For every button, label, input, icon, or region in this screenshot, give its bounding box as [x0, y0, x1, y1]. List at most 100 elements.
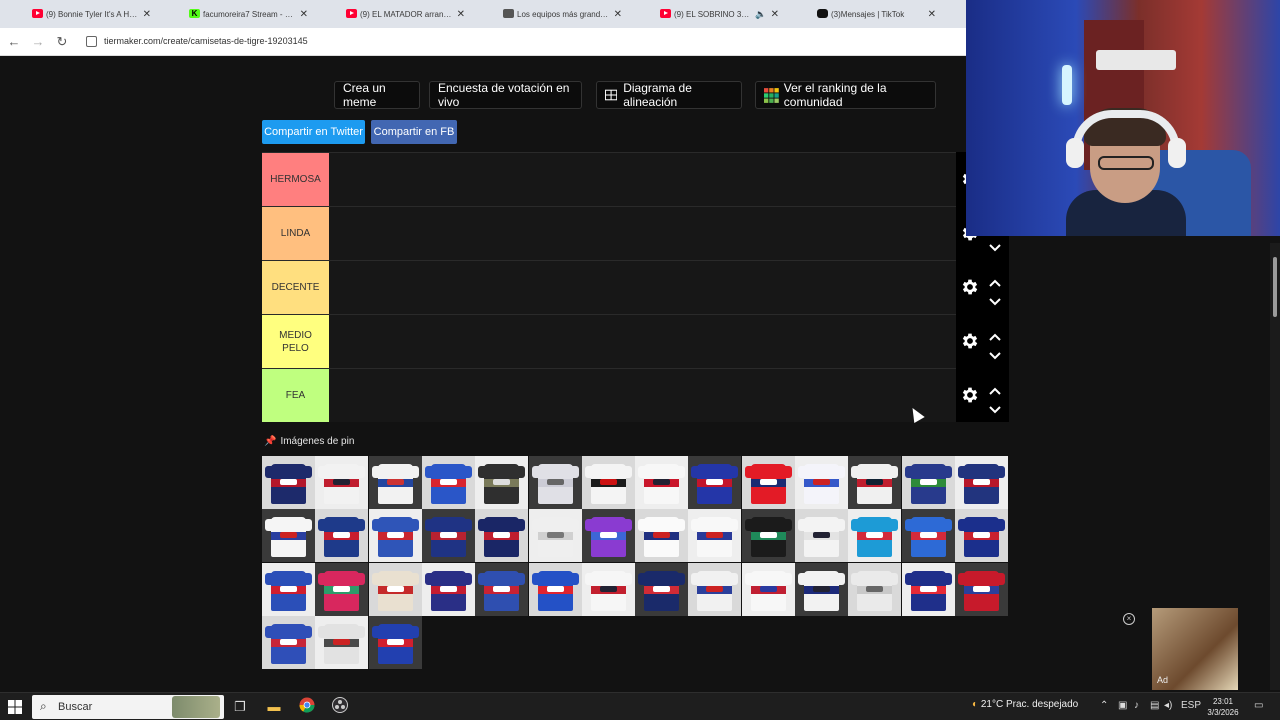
url-text[interactable]: tiermaker.com/create/camisetas-de-tigre-… — [104, 36, 308, 46]
browser-tab[interactable]: (9) EL MATADOR arrancó con d ✕ — [314, 0, 471, 28]
jersey-image[interactable] — [954, 456, 1008, 509]
jersey-image[interactable] — [315, 456, 369, 509]
task-view-icon[interactable]: ❐ — [230, 697, 250, 717]
tier-row[interactable]: FEA — [262, 368, 956, 422]
jersey-image[interactable] — [475, 562, 529, 616]
browser-tab[interactable]: Kfacumoreira7 Stream - Kick Dashboard ✕ — [157, 0, 314, 28]
jersey-image[interactable] — [581, 562, 635, 616]
taskbar-clock[interactable]: 23:01 3/3/2026 — [1200, 696, 1246, 718]
weather-widget[interactable]: ◐ 21°C Prac. despejado — [972, 699, 1078, 710]
jersey-image[interactable] — [901, 456, 955, 509]
gear-icon[interactable] — [960, 277, 980, 297]
jersey-image[interactable] — [795, 456, 848, 509]
jersey-image[interactable] — [262, 615, 315, 669]
chevron-down-icon[interactable] — [989, 239, 1001, 252]
close-tab-icon[interactable]: ✕ — [143, 9, 151, 20]
jersey-image[interactable] — [368, 562, 422, 616]
ad-close-icon[interactable]: × — [1123, 613, 1135, 625]
jersey-image[interactable] — [901, 509, 955, 563]
jersey-image[interactable] — [581, 509, 635, 563]
share-facebook-button[interactable]: Compartir en FB — [371, 120, 457, 144]
microphone-icon[interactable]: ♪ — [1134, 700, 1139, 711]
jersey-image[interactable] — [315, 562, 369, 616]
reload-icon[interactable]: ↻ — [54, 34, 70, 50]
tier-row[interactable]: DECENTE — [262, 260, 956, 314]
jersey-image[interactable] — [368, 615, 422, 669]
jersey-image[interactable] — [848, 456, 902, 509]
jersey-image[interactable] — [795, 509, 848, 563]
jersey-image[interactable] — [528, 562, 582, 616]
back-icon[interactable]: ← — [6, 34, 22, 50]
obs-icon[interactable] — [330, 697, 350, 717]
tab-audio-icon[interactable]: 🔈 — [755, 9, 766, 20]
jersey-image[interactable] — [421, 456, 475, 509]
jersey-image[interactable] — [262, 562, 315, 616]
close-tab-icon[interactable]: ✕ — [771, 9, 779, 20]
jersey-image[interactable] — [741, 456, 795, 509]
jersey-image[interactable] — [262, 456, 315, 509]
jersey-image[interactable] — [528, 509, 582, 563]
tier-label[interactable]: DECENTE — [262, 261, 329, 314]
browser-tab[interactable]: (3)Mensajes | TikTok ✕ — [785, 0, 942, 28]
chevron-up-icon[interactable] — [989, 328, 1001, 341]
language-indicator[interactable]: ESP — [1181, 700, 1201, 711]
jersey-image[interactable] — [368, 509, 422, 563]
community-ranking-button[interactable]: Ver el ranking de la comunidad — [755, 81, 936, 109]
jersey-image[interactable] — [635, 456, 689, 509]
tier-label[interactable]: HERMOSA — [262, 153, 329, 206]
file-explorer-icon[interactable]: ▬ — [264, 697, 284, 717]
jersey-image[interactable] — [635, 509, 689, 563]
jersey-image[interactable] — [368, 456, 422, 509]
jersey-image[interactable] — [635, 562, 689, 616]
chrome-icon[interactable] — [297, 697, 317, 717]
browser-tab[interactable]: (9) EL SOBRINO 3232 - INTI🔈 ✕ — [628, 0, 785, 28]
jersey-image[interactable] — [901, 562, 955, 616]
jersey-image[interactable] — [954, 562, 1008, 616]
jersey-image[interactable] — [688, 509, 742, 563]
jersey-image[interactable] — [741, 509, 795, 563]
chevron-down-icon[interactable] — [989, 401, 1001, 414]
volume-icon[interactable]: ◂) — [1164, 700, 1172, 711]
alignment-diagram-button[interactable]: Diagrama de alineación — [596, 81, 742, 109]
jersey-image[interactable] — [421, 562, 475, 616]
jersey-image[interactable] — [848, 509, 902, 563]
ad-video-thumbnail[interactable]: × Ad — [1119, 608, 1280, 690]
tray-chevron-icon[interactable]: ⌃ — [1100, 700, 1108, 711]
close-tab-icon[interactable]: ✕ — [928, 9, 936, 20]
chevron-up-icon[interactable] — [989, 274, 1001, 287]
chevron-down-icon[interactable] — [989, 347, 1001, 360]
jersey-image[interactable] — [848, 562, 902, 616]
jersey-image[interactable] — [262, 509, 315, 563]
jersey-image[interactable] — [315, 509, 369, 563]
jersey-image[interactable] — [528, 456, 582, 509]
notifications-icon[interactable]: ▭ — [1254, 700, 1263, 711]
jersey-image[interactable] — [688, 562, 742, 616]
jersey-image[interactable] — [421, 509, 475, 563]
close-tab-icon[interactable]: ✕ — [300, 9, 308, 20]
tier-row[interactable]: LINDA — [262, 206, 956, 260]
tier-label[interactable]: LINDA — [262, 207, 329, 260]
tier-row[interactable]: MEDIO PELO — [262, 314, 956, 368]
browser-tab[interactable]: (9) Bonnie Tyler It's A Heartache ✕ — [0, 0, 157, 28]
tier-label[interactable]: MEDIO PELO — [262, 315, 329, 368]
browser-tab[interactable]: Los equipos más grandes del fútbol ✕ — [471, 0, 628, 28]
tier-row[interactable]: HERMOSA — [262, 152, 956, 206]
network-icon[interactable]: ▤ — [1150, 700, 1159, 711]
create-meme-button[interactable]: Crea un meme — [334, 81, 420, 109]
jersey-image[interactable] — [581, 456, 635, 509]
jersey-image[interactable] — [475, 456, 529, 509]
close-tab-icon[interactable]: ✕ — [614, 9, 622, 20]
jersey-image[interactable] — [795, 562, 848, 616]
gear-icon[interactable] — [960, 385, 980, 405]
close-tab-icon[interactable]: ✕ — [457, 9, 465, 20]
tray-app-icon[interactable]: ▣ — [1118, 700, 1127, 711]
tier-label[interactable]: FEA — [262, 369, 329, 422]
jersey-image[interactable] — [954, 509, 1008, 563]
jersey-image[interactable] — [688, 456, 742, 509]
site-info-icon[interactable] — [86, 36, 97, 47]
jersey-image[interactable] — [475, 509, 529, 563]
gear-icon[interactable] — [960, 331, 980, 351]
chevron-down-icon[interactable] — [989, 293, 1001, 306]
windows-start-icon[interactable] — [8, 700, 22, 714]
forward-icon[interactable]: → — [30, 34, 46, 50]
